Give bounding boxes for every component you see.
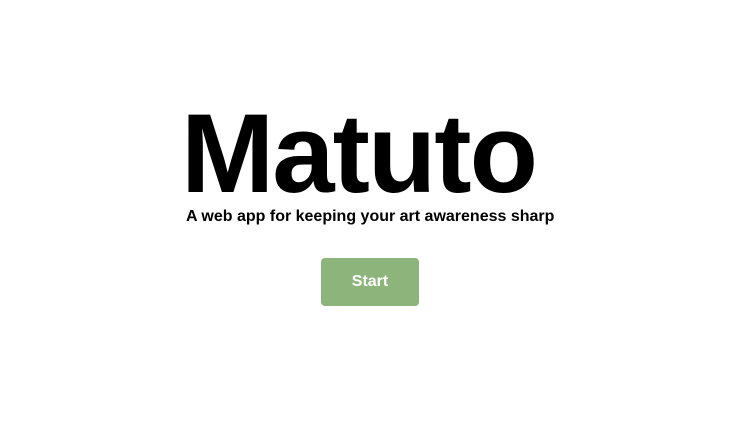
start-button[interactable]: Start — [321, 258, 419, 306]
app-tagline: A web app for keeping your art awareness… — [186, 208, 555, 225]
landing-hero: Matuto A web app for keeping your art aw… — [0, 0, 745, 437]
app-title: Matuto — [181, 91, 538, 216]
